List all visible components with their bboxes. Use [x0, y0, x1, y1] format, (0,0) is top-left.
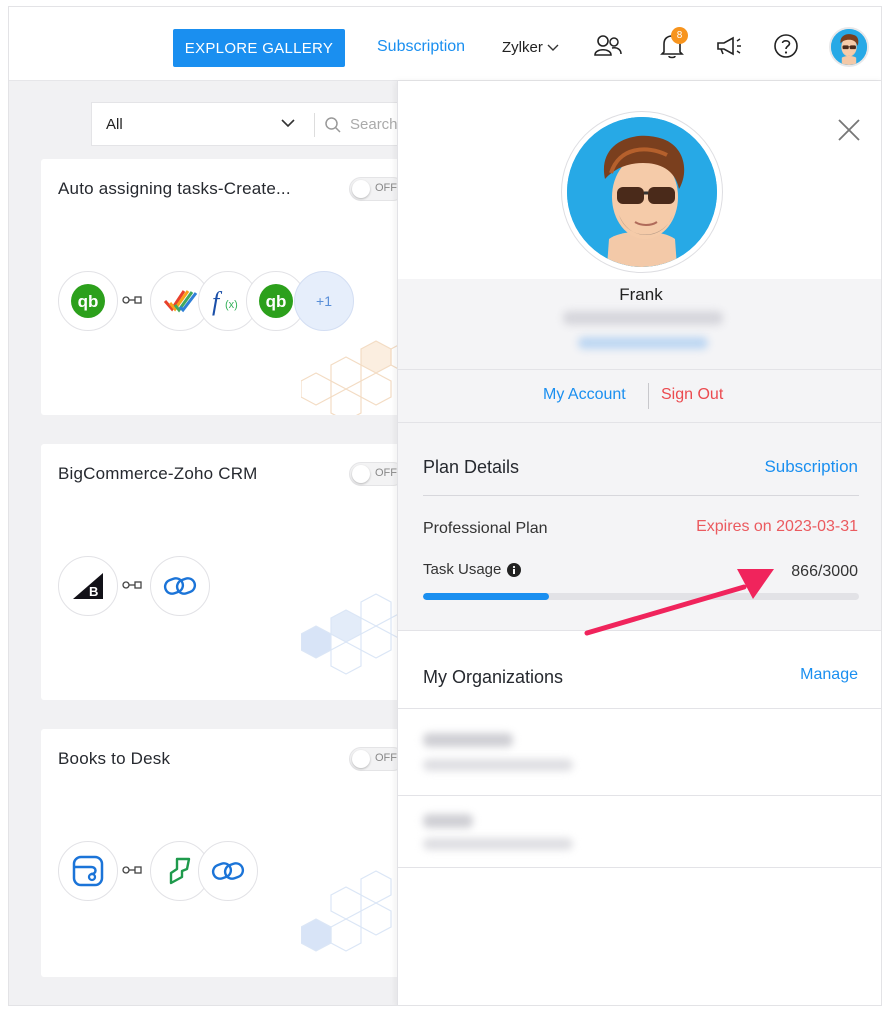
- link-connector-icon: [122, 577, 142, 593]
- svg-text:B: B: [89, 584, 98, 599]
- toggle-knob: [352, 180, 370, 198]
- organization-item[interactable]: [398, 796, 881, 868]
- zoho-crm-app-icon: [150, 556, 210, 616]
- svg-text:qb: qb: [266, 292, 287, 311]
- filter-bar: All Search: [91, 102, 411, 146]
- user-avatar-button[interactable]: [829, 27, 869, 67]
- blurred-org-name: [423, 814, 473, 828]
- svg-text:f: f: [212, 287, 223, 316]
- flow-title: BigCommerce-Zoho CRM: [58, 464, 258, 483]
- plan-subscription-link[interactable]: Subscription: [764, 457, 858, 477]
- svg-text:qb: qb: [78, 292, 99, 311]
- profile-avatar[interactable]: [561, 111, 723, 273]
- filter-divider: [314, 113, 315, 137]
- blurred-org-id: [423, 759, 573, 771]
- notification-bell-icon[interactable]: 8: [657, 27, 688, 61]
- blurred-org-id: [423, 838, 573, 850]
- task-usage-progress-fill: [423, 593, 549, 600]
- plan-expiry-date: Expires on 2023-03-31: [696, 518, 858, 535]
- help-icon[interactable]: [771, 31, 801, 61]
- close-icon[interactable]: [836, 117, 862, 143]
- account-links: My Account Sign Out: [398, 369, 881, 423]
- more-apps-count: +1: [316, 293, 332, 309]
- chevron-down-icon: [547, 44, 559, 51]
- org-name: Zylker: [502, 39, 543, 56]
- announcement-megaphone-icon[interactable]: [714, 31, 744, 61]
- user-name: Frank: [619, 285, 663, 304]
- top-bar: EXPLORE GALLERY Subscription Zylker 8: [9, 7, 881, 81]
- flow-title: Auto assigning tasks-Create...: [58, 179, 291, 198]
- subscription-link[interactable]: Subscription: [377, 38, 465, 56]
- plan-details-section: Plan Details Subscription Professional P…: [398, 423, 881, 631]
- bigcommerce-app-icon: B: [58, 556, 118, 616]
- users-icon[interactable]: [593, 31, 623, 61]
- organizations-header: My Organizations Manage: [398, 631, 881, 709]
- task-usage-progress-bar: [423, 593, 859, 600]
- status-select-value: All: [106, 116, 123, 133]
- blurred-email: [563, 311, 723, 325]
- toggle-state: OFF: [375, 467, 397, 479]
- toggle-state: OFF: [375, 752, 397, 764]
- more-apps-badge: +1: [294, 271, 354, 331]
- quickbooks-app-icon: qb: [58, 271, 118, 331]
- manage-organizations-link[interactable]: Manage: [800, 666, 858, 684]
- blurred-user-id: [578, 337, 708, 349]
- task-usage-label-group: Task Usage: [423, 561, 522, 578]
- profile-panel: Frank My Account Sign Out Plan Details S…: [397, 81, 881, 1005]
- chevron-down-icon: [280, 115, 296, 136]
- link-separator: [648, 383, 649, 409]
- sign-out-link[interactable]: Sign Out: [661, 386, 723, 404]
- notification-count-badge: 8: [671, 27, 688, 44]
- flow-card[interactable]: Auto assigning tasks-Create... OFF qb f(…: [41, 159, 411, 415]
- toggle-knob: [352, 465, 370, 483]
- svg-text:(x): (x): [225, 299, 238, 311]
- toggle-knob: [352, 750, 370, 768]
- zoho-crm-app-icon: [198, 841, 258, 901]
- plan-details-title: Plan Details: [423, 457, 520, 477]
- flow-card[interactable]: BigCommerce-Zoho CRM OFF B: [41, 444, 411, 700]
- info-icon[interactable]: [507, 562, 522, 577]
- plan-divider: [423, 495, 859, 496]
- blurred-org-name: [423, 733, 513, 747]
- plan-name: Professional Plan: [423, 520, 548, 537]
- organization-item[interactable]: [398, 709, 881, 796]
- zoho-books-app-icon: [58, 841, 118, 901]
- hexagon-pattern: [301, 593, 411, 675]
- org-switcher[interactable]: Zylker: [502, 39, 559, 56]
- hexagon-pattern: [301, 870, 392, 952]
- search-icon: [324, 116, 342, 139]
- organizations-title: My Organizations: [423, 667, 564, 687]
- link-connector-icon: [122, 292, 142, 308]
- link-connector-icon: [122, 862, 142, 878]
- flow-card[interactable]: Books to Desk OFF: [41, 729, 411, 977]
- toggle-state: OFF: [375, 182, 397, 194]
- app-frame: EXPLORE GALLERY Subscription Zylker 8 Al…: [8, 6, 882, 1006]
- task-usage-label: Task Usage: [423, 561, 502, 578]
- flow-title: Books to Desk: [58, 749, 171, 768]
- task-usage-count: 866/3000: [791, 563, 858, 580]
- my-account-link[interactable]: My Account: [543, 386, 626, 404]
- search-input[interactable]: Search: [350, 116, 398, 133]
- explore-gallery-button[interactable]: EXPLORE GALLERY: [173, 29, 345, 67]
